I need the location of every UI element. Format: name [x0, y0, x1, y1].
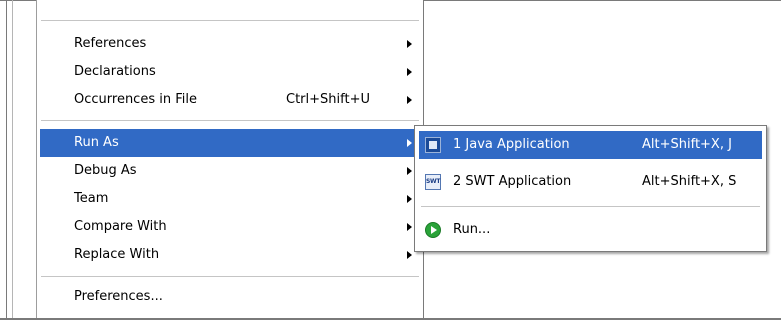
submenu-separator	[421, 206, 760, 207]
frame-left-line	[6, 0, 7, 320]
frame-left-inner-line	[12, 0, 13, 320]
submenu-item-run[interactable]: Run...	[419, 216, 762, 244]
menu-separator	[41, 20, 419, 21]
menu-item-label: Replace With	[74, 247, 160, 262]
submenu-arrow-icon	[407, 167, 412, 175]
menu-item-shortcut: Ctrl+Shift+U	[286, 92, 370, 107]
submenu-item-shortcut: Alt+Shift+X, S	[642, 174, 737, 189]
submenu-item-java-application[interactable]: 1 Java Application Alt+Shift+X, J	[419, 131, 762, 159]
menu-item-occurrences-in-file[interactable]: Occurrences in File Ctrl+Shift+U	[40, 86, 420, 114]
submenu-item-swt-application[interactable]: SWT 2 SWT Application Alt+Shift+X, S	[419, 168, 762, 196]
menu-item-references[interactable]: References	[40, 30, 420, 58]
submenu-arrow-icon	[407, 251, 412, 259]
swt-application-icon: SWT	[425, 174, 441, 190]
submenu-arrow-icon	[407, 195, 412, 203]
submenu-arrow-icon	[407, 40, 412, 48]
submenu-item-label: 2 SWT Application	[453, 174, 572, 189]
menu-item-label: Declarations	[74, 64, 156, 79]
menu-item-label: Debug As	[74, 163, 137, 178]
context-menu: References Declarations Occurrences in F…	[36, 0, 424, 318]
menu-item-run-as[interactable]: Run As	[40, 129, 420, 157]
menu-item-label: Compare With	[74, 219, 167, 234]
submenu-arrow-icon	[407, 68, 412, 76]
menu-item-label: Preferences...	[74, 289, 163, 304]
submenu-arrow-icon	[407, 96, 412, 104]
submenu-arrow-icon	[407, 139, 412, 147]
menu-item-team[interactable]: Team	[40, 185, 420, 213]
submenu-item-shortcut: Alt+Shift+X, J	[642, 137, 732, 152]
java-application-icon	[425, 137, 441, 153]
menu-item-replace-with[interactable]: Replace With	[40, 241, 420, 269]
menu-item-debug-as[interactable]: Debug As	[40, 157, 420, 185]
menu-item-compare-with[interactable]: Compare With	[40, 213, 420, 241]
submenu-arrow-icon	[407, 223, 412, 231]
menu-item-label: Run As	[74, 135, 119, 150]
menu-separator	[41, 276, 419, 277]
submenu-item-label: Run...	[453, 222, 491, 237]
menu-item-label: References	[74, 36, 147, 51]
menu-separator	[41, 120, 419, 121]
menu-item-declarations[interactable]: Declarations	[40, 58, 420, 86]
run-as-submenu: 1 Java Application Alt+Shift+X, J SWT 2 …	[414, 125, 767, 252]
menu-item-preferences[interactable]: Preferences...	[40, 283, 420, 311]
menu-item-label: Team	[74, 191, 109, 206]
run-icon	[425, 222, 441, 238]
menu-item-label: Occurrences in File	[74, 92, 197, 107]
submenu-item-label: 1 Java Application	[453, 137, 570, 152]
